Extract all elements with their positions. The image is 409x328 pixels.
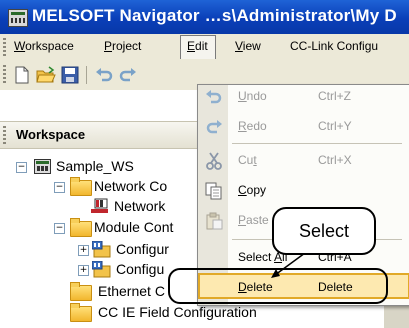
callout-label-box: Select <box>272 207 376 255</box>
callout-text: Select <box>298 221 350 241</box>
callout-pointer <box>271 252 306 278</box>
